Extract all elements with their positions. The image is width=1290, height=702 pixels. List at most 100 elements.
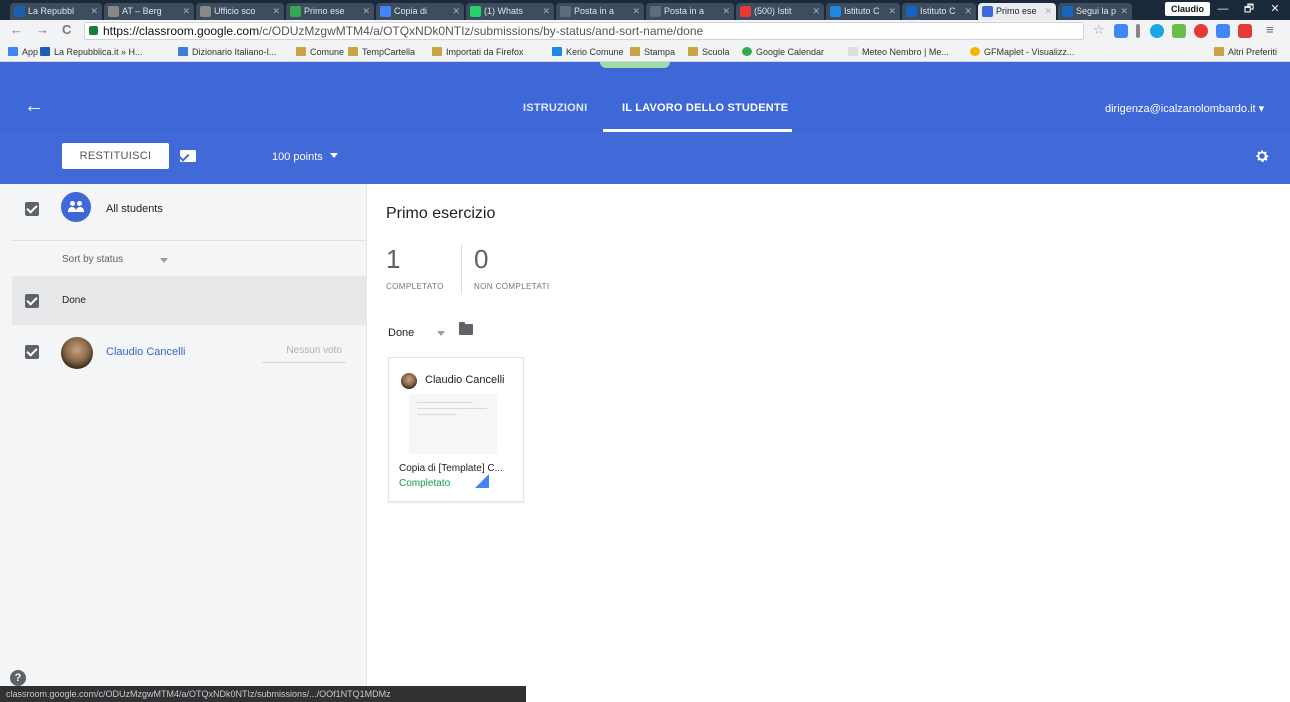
minimize-icon[interactable]: — — [1210, 1, 1236, 17]
folder-icon — [630, 47, 640, 56]
folder-icon — [296, 47, 306, 56]
url-input[interactable]: https://classroom.google.com/c/ODUzMzgwM… — [84, 22, 1084, 40]
extension-icon[interactable] — [1136, 24, 1140, 38]
tab-close-icon[interactable]: ✕ — [1120, 3, 1128, 20]
skype-icon[interactable] — [1150, 24, 1164, 38]
status-filter-dropdown[interactable]: Done — [388, 327, 414, 339]
maximize-icon[interactable]: 🗗 — [1236, 1, 1262, 17]
back-arrow-icon[interactable]: ← — [24, 96, 44, 116]
browser-forward-icon[interactable]: → — [36, 22, 49, 37]
tab-close-icon[interactable]: ✕ — [722, 3, 730, 20]
browser-tab-active[interactable]: Primo ese ✕ — [978, 3, 1056, 20]
gear-icon[interactable] — [1254, 148, 1270, 164]
tab-close-icon[interactable]: ✕ — [362, 3, 370, 20]
bookmark-folder[interactable]: Importati da Firefox — [432, 45, 524, 59]
tab-close-icon[interactable]: ✕ — [1044, 3, 1052, 20]
browser-tab[interactable]: (500) Istit ✕ — [736, 3, 824, 20]
browser-tab[interactable]: Segui la p ✕ — [1058, 3, 1132, 20]
browser-tab[interactable]: Posta in a ✕ — [556, 3, 644, 20]
submission-card[interactable]: Claudio Cancelli Copia di [Template] C..… — [388, 357, 524, 502]
tab-close-icon[interactable]: ✕ — [272, 3, 280, 20]
thumbnail-line — [417, 402, 473, 403]
url-host: https://classroom.google.com — [103, 24, 260, 38]
help-icon[interactable]: ? — [10, 670, 26, 686]
extension-icon[interactable] — [1172, 24, 1186, 38]
chevron-down-icon[interactable] — [437, 331, 445, 336]
extension-icon[interactable] — [1216, 24, 1230, 38]
bookmark-label: Stampa — [644, 47, 676, 57]
grade-input[interactable]: Nessun voto — [262, 345, 346, 363]
bookmark-item[interactable]: Google Calendar — [742, 45, 824, 59]
account-menu[interactable]: dirigenza@icalzanolombardo.it ▾ — [1105, 102, 1264, 115]
browser-tab[interactable]: Istituto C ✕ — [826, 3, 900, 20]
tab-favicon-icon — [1062, 6, 1073, 17]
tab-favicon-icon — [108, 6, 119, 17]
not-completed-label: NON COMPLETATI — [474, 282, 550, 291]
browser-tab[interactable]: Primo ese ✕ — [286, 3, 374, 20]
bookmark-folder[interactable]: Stampa — [630, 45, 675, 59]
browser-tab[interactable]: La Repubbl ✕ — [10, 3, 102, 20]
browser-tab[interactable]: (1) Whats ✕ — [466, 3, 554, 20]
bookmark-item[interactable]: La Repubblica.it » H... — [40, 45, 143, 59]
bookmark-apps[interactable]: App — [8, 45, 38, 59]
window-close-icon[interactable]: ✕ — [1262, 1, 1288, 17]
browser-back-icon[interactable]: ← — [10, 22, 23, 37]
tab-close-icon[interactable]: ✕ — [632, 3, 640, 20]
bookmark-star-icon[interactable]: ☆ — [1093, 22, 1105, 38]
bookmark-item[interactable]: Dizionario Italiano-I... — [178, 45, 277, 59]
tab-close-icon[interactable]: ✕ — [542, 3, 550, 20]
bookmark-folder[interactable]: TempCartella — [348, 45, 415, 59]
tab-close-icon[interactable]: ✕ — [182, 3, 190, 20]
tab-favicon-icon — [380, 6, 391, 17]
tab-close-icon[interactable]: ✕ — [90, 3, 98, 20]
email-icon[interactable] — [180, 150, 196, 162]
document-thumbnail[interactable] — [409, 394, 497, 488]
browser-tab[interactable]: Posta in a ✕ — [646, 3, 734, 20]
tab-student-work[interactable]: IL LAVORO DELLO STUDENTE — [622, 102, 788, 114]
notification-notch — [600, 62, 670, 68]
bookmark-item[interactable]: Meteo Nembro | Me... — [848, 45, 949, 59]
tab-close-icon[interactable]: ✕ — [964, 3, 972, 20]
return-button[interactable]: RESTITUISCI — [62, 143, 169, 169]
bookmark-item[interactable]: GFMaplet - Visualizz... — [970, 45, 1074, 59]
browser-tab[interactable]: Ufficio sco ✕ — [196, 3, 284, 20]
acrobat-icon[interactable] — [1238, 24, 1252, 38]
browser-menu-icon[interactable]: ≡ — [1266, 22, 1274, 37]
url-path: /c/ODUzMzgwMTM4/a/OTQxNDk0NTIz/submissio… — [259, 24, 704, 38]
folder-icon — [688, 47, 698, 56]
site-favicon-icon — [178, 47, 188, 56]
bookmark-item[interactable]: Kerio Comune — [552, 45, 624, 59]
browser-profile-button[interactable]: Claudio — [1165, 2, 1210, 16]
tab-close-icon[interactable]: ✕ — [812, 3, 820, 20]
tab-instructions[interactable]: ISTRUZIONI — [523, 102, 587, 114]
group-checkbox[interactable] — [25, 294, 39, 308]
bookmark-label: GFMaplet - Visualizz... — [984, 47, 1075, 57]
sort-dropdown[interactable]: Sort by status — [62, 254, 123, 265]
attachment-file-name[interactable]: Copia di [Template] C... — [399, 463, 503, 474]
bookmark-folder[interactable]: Comune — [296, 45, 344, 59]
chevron-down-icon[interactable] — [160, 258, 168, 263]
bookmark-folder[interactable]: Scuola — [688, 45, 730, 59]
reload-icon[interactable]: C — [62, 22, 71, 37]
all-students-checkbox[interactable] — [25, 202, 39, 216]
bookmark-label: Comune — [310, 47, 345, 57]
student-checkbox[interactable] — [25, 345, 39, 359]
tab-close-icon[interactable]: ✕ — [888, 3, 896, 20]
browser-tab[interactable]: AT – Berg ✕ — [104, 3, 194, 20]
bookmark-other-folder[interactable]: Altri Preferiti — [1214, 45, 1277, 59]
browser-tab[interactable]: Istituto C ✕ — [902, 3, 976, 20]
folder-icon[interactable] — [459, 322, 473, 335]
chevron-down-icon[interactable] — [330, 153, 338, 158]
browser-tab[interactable]: Copia di ✕ — [376, 3, 464, 20]
tab-label: Istituto C — [844, 6, 880, 16]
tab-close-icon[interactable]: ✕ — [452, 3, 460, 20]
extension-icon[interactable] — [1114, 24, 1128, 38]
group-label: Done — [62, 295, 86, 306]
tab-label: (1) Whats — [484, 6, 524, 16]
bookmark-label: Meteo Nembro | Me... — [862, 47, 949, 57]
all-students-label[interactable]: All students — [106, 203, 163, 215]
adblock-icon[interactable] — [1194, 24, 1208, 38]
student-name-link[interactable]: Claudio Cancelli — [106, 346, 186, 358]
points-dropdown[interactable]: 100 points — [272, 151, 323, 163]
tab-label: La Repubbl — [28, 6, 75, 16]
